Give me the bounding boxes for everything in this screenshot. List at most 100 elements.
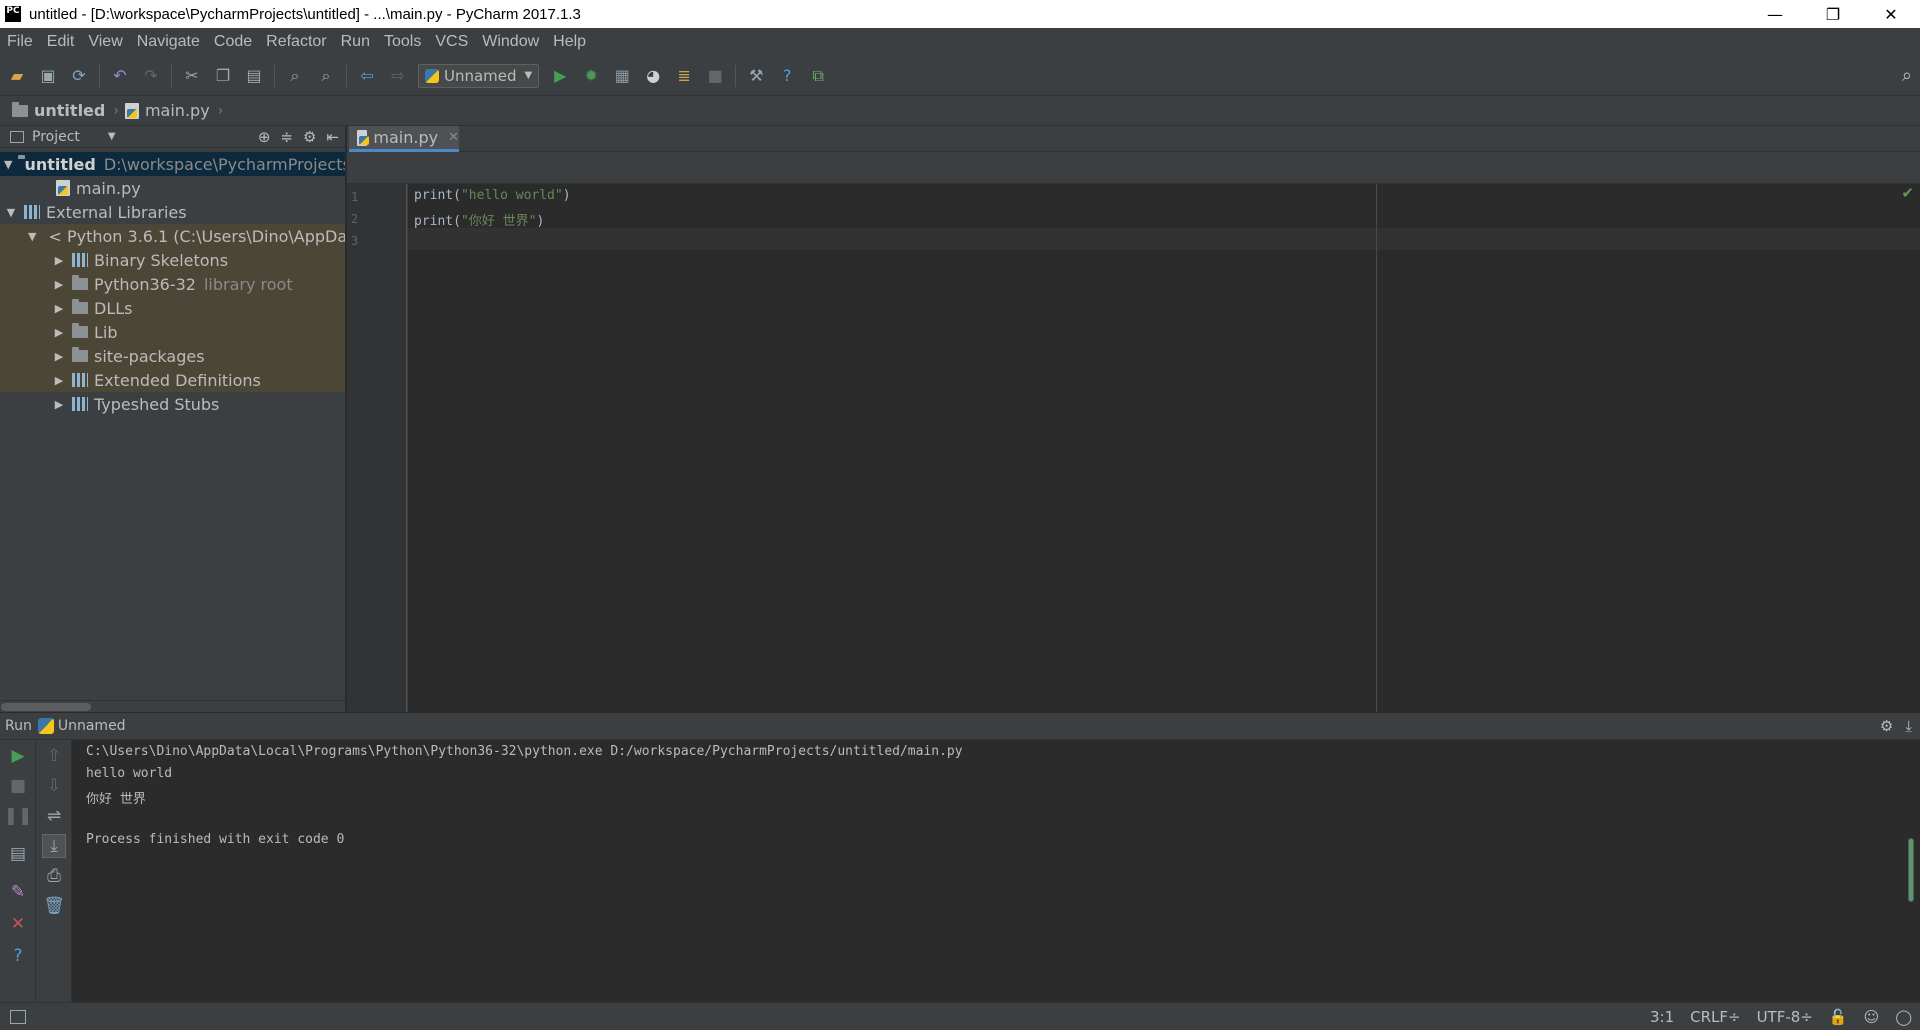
expand-arrow-icon[interactable]: ▶ bbox=[52, 374, 66, 387]
run-console[interactable]: C:\Users\Dino\AppData\Local\Programs\Pyt… bbox=[72, 740, 1902, 1002]
collapse-all-icon[interactable]: ≑ bbox=[280, 128, 293, 146]
vcs-icon[interactable]: ⧉ bbox=[807, 65, 829, 87]
project-view-selector[interactable]: Project bbox=[32, 129, 80, 145]
stop-icon[interactable]: ■ bbox=[704, 65, 726, 87]
tree-item-dlls[interactable]: ▶ DLLs bbox=[0, 296, 345, 320]
scroll-from-source-icon[interactable]: ⊕ bbox=[258, 128, 271, 146]
hector-icon[interactable]: ☺ bbox=[1864, 1008, 1880, 1026]
menu-help[interactable]: Help bbox=[553, 33, 586, 51]
console-scrollbar[interactable] bbox=[1902, 740, 1920, 1002]
run-icon[interactable]: ▶ bbox=[549, 65, 571, 87]
debug-icon[interactable]: ✹ bbox=[580, 65, 602, 87]
stop-icon[interactable]: ■ bbox=[6, 774, 30, 798]
cut-icon[interactable]: ✂ bbox=[181, 65, 203, 87]
scrollbar-thumb[interactable] bbox=[1908, 838, 1914, 902]
hide-panel-icon[interactable]: ⤓ bbox=[1905, 717, 1912, 735]
event-log-icon[interactable]: ◯ bbox=[1895, 1008, 1912, 1026]
code-editor[interactable]: print("hello world") print("你好 世界") ✔ bbox=[408, 184, 1920, 712]
copy-icon[interactable]: ❐ bbox=[212, 65, 234, 87]
menu-window[interactable]: Window bbox=[482, 33, 539, 51]
expand-arrow-icon[interactable]: ▶ bbox=[52, 254, 66, 267]
restore-layout-icon[interactable]: ▤ bbox=[6, 842, 30, 866]
close-tab-icon[interactable]: ✕ bbox=[448, 130, 459, 145]
menu-tools[interactable]: Tools bbox=[384, 33, 421, 51]
tree-item-lib[interactable]: ▶ Lib bbox=[0, 320, 345, 344]
rerun-icon[interactable]: ▶ bbox=[6, 744, 30, 768]
tab-main-py[interactable]: main.py ✕ bbox=[349, 126, 459, 152]
expand-arrow-icon[interactable]: ▼ bbox=[28, 230, 36, 243]
expand-arrow-icon[interactable]: ▶ bbox=[52, 398, 66, 411]
scroll-to-end-icon[interactable]: ⤓ bbox=[42, 834, 66, 858]
expand-arrow-icon[interactable]: ▶ bbox=[52, 302, 66, 315]
tree-item-python36-32[interactable]: ▶ Python36-32 library root bbox=[0, 272, 345, 296]
synchronize-icon[interactable]: ⟳ bbox=[68, 65, 90, 87]
minimize-button[interactable]: — bbox=[1746, 0, 1804, 28]
toggle-tool-windows-icon[interactable] bbox=[10, 1010, 26, 1024]
help-icon[interactable]: ? bbox=[6, 944, 30, 968]
arrow-up-icon[interactable]: ⇧ bbox=[42, 744, 66, 768]
menu-code[interactable]: Code bbox=[214, 33, 252, 51]
expand-arrow-icon[interactable]: ▶ bbox=[52, 278, 66, 291]
menu-view[interactable]: View bbox=[88, 33, 122, 51]
chevron-down-icon[interactable]: ▼ bbox=[108, 131, 116, 142]
gear-icon[interactable]: ⚙ bbox=[1880, 717, 1893, 735]
caret-position[interactable]: 3:1 bbox=[1650, 1008, 1674, 1026]
arrow-down-icon[interactable]: ⇩ bbox=[42, 774, 66, 798]
gear-icon[interactable]: ⚙ bbox=[303, 128, 316, 146]
scrollbar-thumb[interactable] bbox=[1, 703, 91, 711]
replace-icon[interactable]: ⌕ bbox=[315, 65, 337, 87]
hide-panel-icon[interactable]: ⇤ bbox=[326, 128, 339, 146]
tree-item-extended-definitions[interactable]: ▶ Extended Definitions bbox=[0, 368, 345, 392]
project-horizontal-scrollbar[interactable] bbox=[0, 700, 345, 712]
open-folder-icon[interactable]: ▰ bbox=[6, 65, 28, 87]
forward-icon[interactable]: ⇨ bbox=[387, 65, 409, 87]
close-icon[interactable]: ✕ bbox=[6, 912, 30, 936]
save-all-icon[interactable]: ▣ bbox=[37, 65, 59, 87]
expand-arrow-icon[interactable]: ▼ bbox=[4, 206, 18, 219]
run-tab-label[interactable]: Unnamed bbox=[58, 718, 126, 734]
settings-wrench-icon[interactable]: ⚒ bbox=[745, 65, 767, 87]
tree-item-typeshed-stubs[interactable]: ▶ Typeshed Stubs bbox=[0, 392, 345, 416]
breadcrumb-project[interactable]: untitled bbox=[12, 101, 105, 120]
paste-icon[interactable]: ▤ bbox=[243, 65, 265, 87]
file-encoding[interactable]: UTF-8÷ bbox=[1757, 1008, 1813, 1026]
pause-icon[interactable]: ❚❚ bbox=[4, 804, 33, 828]
trash-icon[interactable]: 🗑 bbox=[42, 894, 66, 918]
close-window-button[interactable]: ✕ bbox=[1862, 0, 1920, 28]
menu-vcs[interactable]: VCS bbox=[435, 33, 468, 51]
tree-item-external-libraries[interactable]: ▼ External Libraries bbox=[0, 200, 345, 224]
menu-edit[interactable]: Edit bbox=[47, 33, 75, 51]
menu-navigate[interactable]: Navigate bbox=[137, 33, 200, 51]
checkmark-icon[interactable]: ✔ bbox=[1901, 184, 1914, 202]
help-icon[interactable]: ? bbox=[776, 65, 798, 87]
find-icon[interactable]: ⌕ bbox=[284, 65, 306, 87]
soft-wrap-icon[interactable]: ⇌ bbox=[42, 804, 66, 828]
line-separator[interactable]: CRLF÷ bbox=[1690, 1008, 1740, 1026]
coverage-icon[interactable]: ▦ bbox=[611, 65, 633, 87]
code-line[interactable]: print("hello world") bbox=[414, 188, 571, 203]
profile-icon[interactable]: ◕ bbox=[642, 65, 664, 87]
print-icon[interactable]: ⎙ bbox=[42, 864, 66, 888]
expand-arrow-icon[interactable]: ▶ bbox=[52, 326, 66, 339]
run-configuration-dropdown[interactable]: Unnamed ▼ bbox=[418, 63, 540, 88]
breadcrumb-file[interactable]: main.py bbox=[124, 101, 210, 120]
undo-icon[interactable]: ↶ bbox=[109, 65, 131, 87]
menu-run[interactable]: Run bbox=[341, 33, 370, 51]
menu-file[interactable]: File bbox=[7, 33, 33, 51]
pin-tab-icon[interactable]: ✎ bbox=[6, 880, 30, 904]
concurrency-icon[interactable]: ≣ bbox=[673, 65, 695, 87]
menu-refactor[interactable]: Refactor bbox=[266, 33, 326, 51]
code-line[interactable]: print("你好 世界") bbox=[414, 210, 544, 229]
back-icon[interactable]: ⇦ bbox=[356, 65, 378, 87]
search-everywhere-icon[interactable]: ⌕ bbox=[1902, 65, 1912, 86]
tree-item-python-sdk[interactable]: ▼ < Python 3.6.1 (C:\Users\Dino\AppData bbox=[0, 224, 345, 248]
tree-item-untitled[interactable]: ▼ untitled D:\workspace\PycharmProjects bbox=[0, 152, 345, 176]
tree-item-site-packages[interactable]: ▶ site-packages bbox=[0, 344, 345, 368]
tree-item-binary-skeletons[interactable]: ▶ Binary Skeletons bbox=[0, 248, 345, 272]
lock-icon[interactable]: 🔓 bbox=[1829, 1008, 1848, 1026]
restore-button[interactable]: ❐ bbox=[1804, 0, 1862, 28]
expand-arrow-icon[interactable]: ▶ bbox=[52, 350, 66, 363]
tree-item-main-py[interactable]: main.py bbox=[0, 176, 345, 200]
redo-icon[interactable]: ↷ bbox=[140, 65, 162, 87]
expand-arrow-icon[interactable]: ▼ bbox=[4, 158, 12, 171]
